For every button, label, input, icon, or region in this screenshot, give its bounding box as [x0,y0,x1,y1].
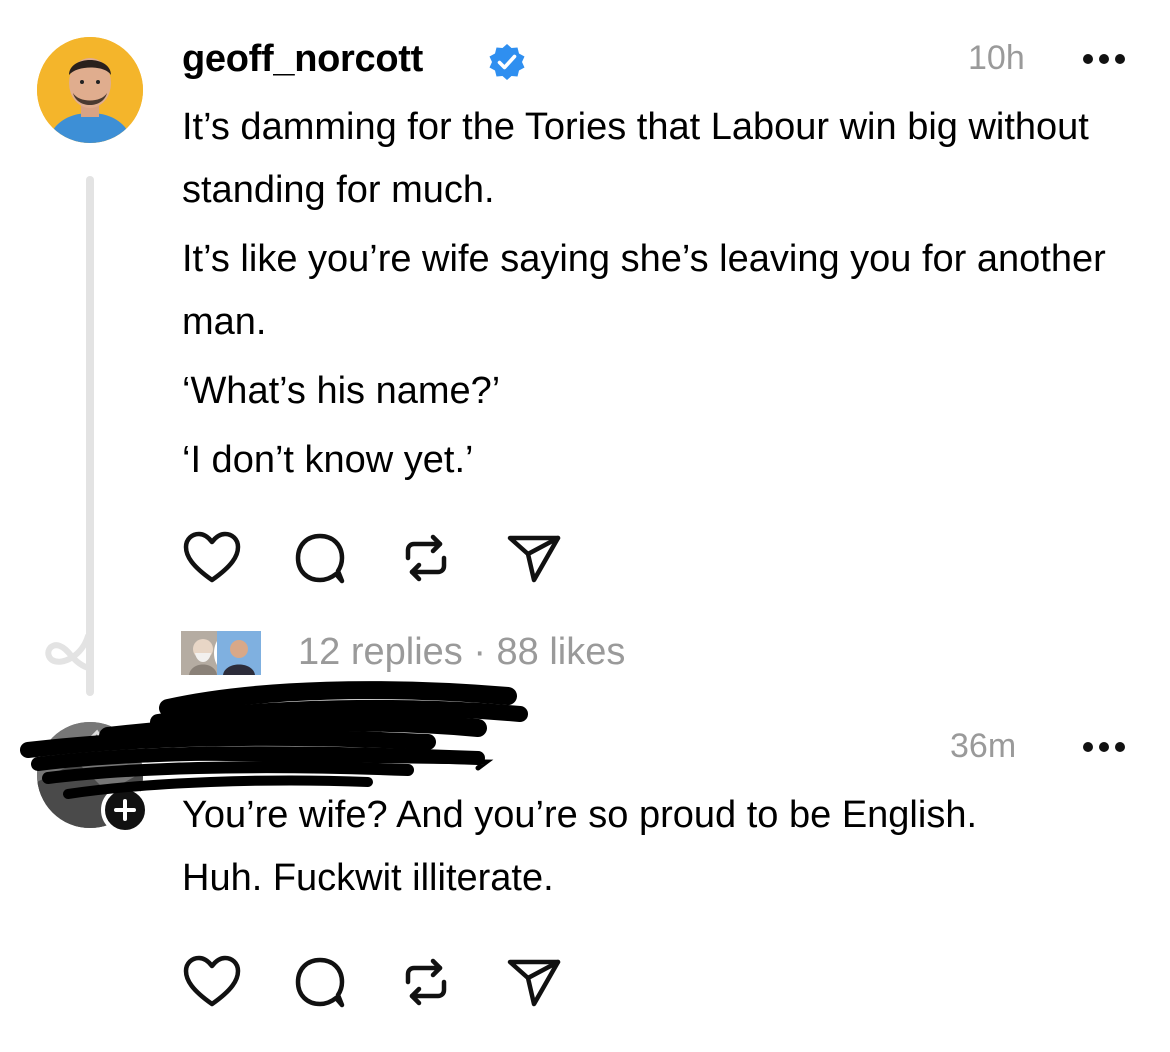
more-icon[interactable] [1082,740,1126,754]
post-actions [182,530,582,586]
post-line: It’s damming for the Tories that Labour … [182,106,1089,211]
more-icon[interactable] [1082,52,1126,66]
post-line: It’s like you’re wife saying she’s leavi… [182,238,1106,343]
heart-icon[interactable] [182,530,242,586]
comment-icon[interactable] [290,530,350,586]
author-username[interactable]: geoff_norcott [182,36,423,82]
post-time: 10h [968,39,1025,77]
author-avatar[interactable] [37,37,143,143]
verified-badge-icon [488,43,526,81]
post-body: It’s damming for the Tories that Labour … [182,96,1142,492]
share-icon[interactable] [504,954,564,1010]
reply-avatar[interactable] [214,628,264,678]
reply-actions [182,954,582,1010]
post-line: ‘I don’t know yet.’ [182,439,474,481]
share-icon[interactable] [504,530,564,586]
thread-curl-icon [45,633,91,671]
post-line: ‘What’s his name?’ [182,370,501,412]
repost-icon[interactable] [396,530,456,586]
repost-icon[interactable] [396,954,456,1010]
post-stats[interactable]: 12 replies · 88 likes [298,628,625,676]
reply-time: 36m [950,727,1017,765]
thread-line [86,176,94,696]
comment-icon[interactable] [290,954,350,1010]
reply-body: You’re wife? And you’re so proud to be E… [182,784,1042,910]
reply-author-username[interactable] [178,740,488,774]
heart-icon[interactable] [182,954,242,1010]
reply-text: You’re wife? And you’re so proud to be E… [182,794,978,899]
